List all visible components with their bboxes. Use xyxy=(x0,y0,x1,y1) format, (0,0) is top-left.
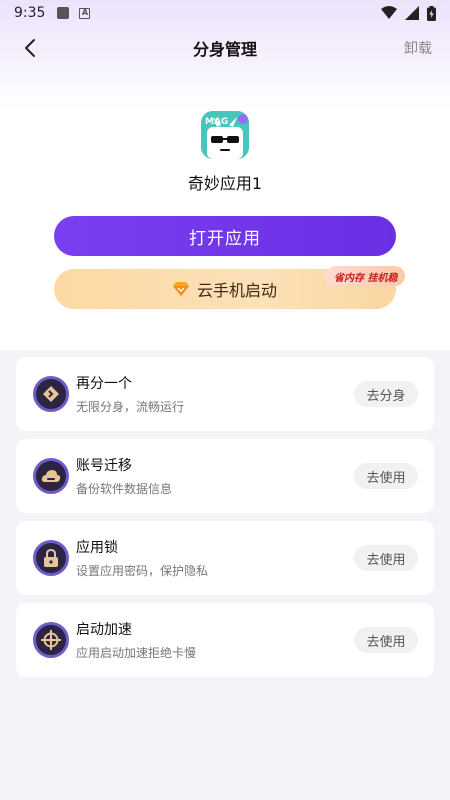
lock-icon xyxy=(33,540,69,576)
open-app-label: 打开应用 xyxy=(189,228,261,249)
notification-icon xyxy=(57,7,70,19)
feature-subtitle: 应用启动加速拒绝卡慢 xyxy=(76,646,197,660)
clone-button[interactable]: 去分身 xyxy=(354,381,418,407)
feature-title: 启动加速 xyxy=(76,622,132,638)
feature-title: 账号迁移 xyxy=(76,458,132,474)
feature-card-clone[interactable]: 再分一个 无限分身，流畅运行 去分身 xyxy=(16,357,434,431)
battery-icon xyxy=(427,5,436,21)
signal-icon xyxy=(405,6,419,20)
page-title: 分身管理 xyxy=(192,40,257,59)
chevron-left-icon xyxy=(25,39,35,57)
feature-title: 再分一个 xyxy=(76,376,132,392)
diamond-arrow-icon xyxy=(33,376,69,412)
app-icon: MAG xyxy=(201,111,249,159)
open-app-button[interactable]: 打开应用 xyxy=(54,216,396,256)
use-button-boost[interactable]: 去使用 xyxy=(354,627,418,653)
wifi-icon xyxy=(381,6,397,19)
diamond-icon xyxy=(172,282,189,296)
feature-card-app-lock[interactable]: 应用锁 设置应用密码，保护隐私 去使用 xyxy=(16,521,434,595)
app-logo-icon: MAG xyxy=(201,111,249,159)
feature-title: 应用锁 xyxy=(76,540,118,556)
crosshair-icon xyxy=(33,622,69,658)
uninstall-button[interactable]: 卸载 xyxy=(404,38,432,58)
app-header: 分身管理 卸载 xyxy=(0,28,450,68)
feature-subtitle: 设置应用密码，保护隐私 xyxy=(76,564,209,578)
status-time: 9:35 xyxy=(14,5,46,21)
feature-subtitle: 备份软件数据信息 xyxy=(76,482,173,496)
use-button-lock[interactable]: 去使用 xyxy=(354,545,418,571)
svg-text:MAG: MAG xyxy=(205,117,228,127)
status-bar: 9:35 A xyxy=(0,0,450,26)
feature-card-account-migration[interactable]: 账号迁移 备份软件数据信息 去使用 xyxy=(16,439,434,513)
back-button[interactable] xyxy=(18,36,42,60)
cloud-badge: 省内存 挂机稳 xyxy=(326,266,406,286)
cloud-icon xyxy=(33,458,69,494)
feature-subtitle: 无限分身，流畅运行 xyxy=(76,400,185,414)
cloud-phone-label: 云手机启动 xyxy=(196,281,277,300)
use-button-migration[interactable]: 去使用 xyxy=(354,463,418,489)
feature-card-launch-boost[interactable]: 启动加速 应用启动加速拒绝卡慢 去使用 xyxy=(16,603,434,677)
app-notification-icon: A xyxy=(79,7,91,19)
app-name: 奇妙应用1 xyxy=(187,174,263,193)
